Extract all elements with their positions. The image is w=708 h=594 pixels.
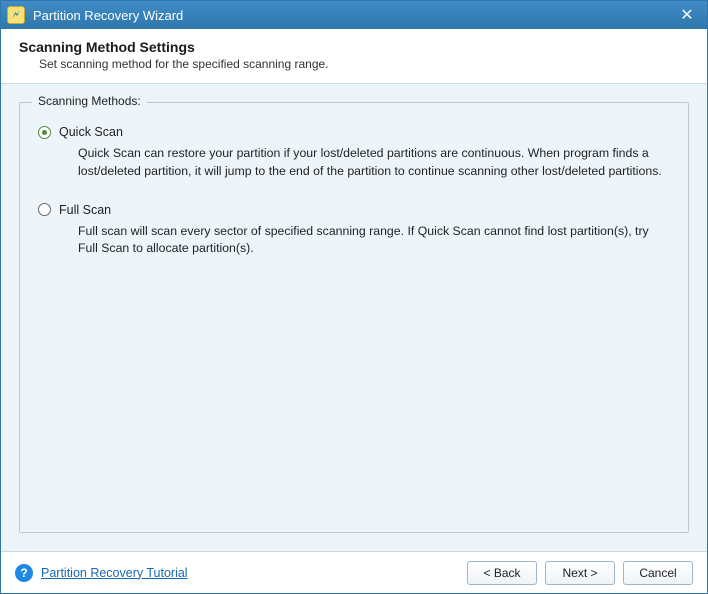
radio-quick-scan[interactable]: Quick Scan bbox=[38, 125, 670, 139]
option-quick-scan: Quick Scan Quick Scan can restore your p… bbox=[38, 125, 670, 181]
full-scan-label: Full Scan bbox=[59, 203, 111, 217]
close-icon[interactable]: ✕ bbox=[673, 5, 701, 25]
radio-full-scan[interactable]: Full Scan bbox=[38, 203, 670, 217]
footer: ? Partition Recovery Tutorial < Back Nex… bbox=[1, 551, 707, 593]
radio-icon bbox=[38, 203, 51, 216]
back-button[interactable]: < Back bbox=[467, 561, 537, 585]
cancel-button[interactable]: Cancel bbox=[623, 561, 693, 585]
help-area: ? Partition Recovery Tutorial bbox=[15, 564, 188, 582]
help-icon: ? bbox=[15, 564, 33, 582]
header: Scanning Method Settings Set scanning me… bbox=[1, 29, 707, 84]
full-scan-description: Full scan will scan every sector of spec… bbox=[78, 223, 670, 259]
title-bar: 🗲 Partition Recovery Wizard ✕ bbox=[1, 1, 707, 29]
window-title: Partition Recovery Wizard bbox=[33, 8, 665, 23]
group-legend: Scanning Methods: bbox=[32, 94, 147, 108]
radio-icon bbox=[38, 126, 51, 139]
page-subtitle: Set scanning method for the specified sc… bbox=[39, 57, 689, 71]
quick-scan-description: Quick Scan can restore your partition if… bbox=[78, 145, 670, 181]
scanning-methods-group: Scanning Methods: Quick Scan Quick Scan … bbox=[19, 102, 689, 533]
page-title: Scanning Method Settings bbox=[19, 39, 689, 55]
option-full-scan: Full Scan Full scan will scan every sect… bbox=[38, 203, 670, 259]
wizard-window: 🗲 Partition Recovery Wizard ✕ Scanning M… bbox=[0, 0, 708, 594]
help-link[interactable]: Partition Recovery Tutorial bbox=[41, 566, 188, 580]
quick-scan-label: Quick Scan bbox=[59, 125, 123, 139]
content-area: Scanning Methods: Quick Scan Quick Scan … bbox=[1, 84, 707, 551]
app-icon: 🗲 bbox=[7, 6, 25, 24]
next-button[interactable]: Next > bbox=[545, 561, 615, 585]
